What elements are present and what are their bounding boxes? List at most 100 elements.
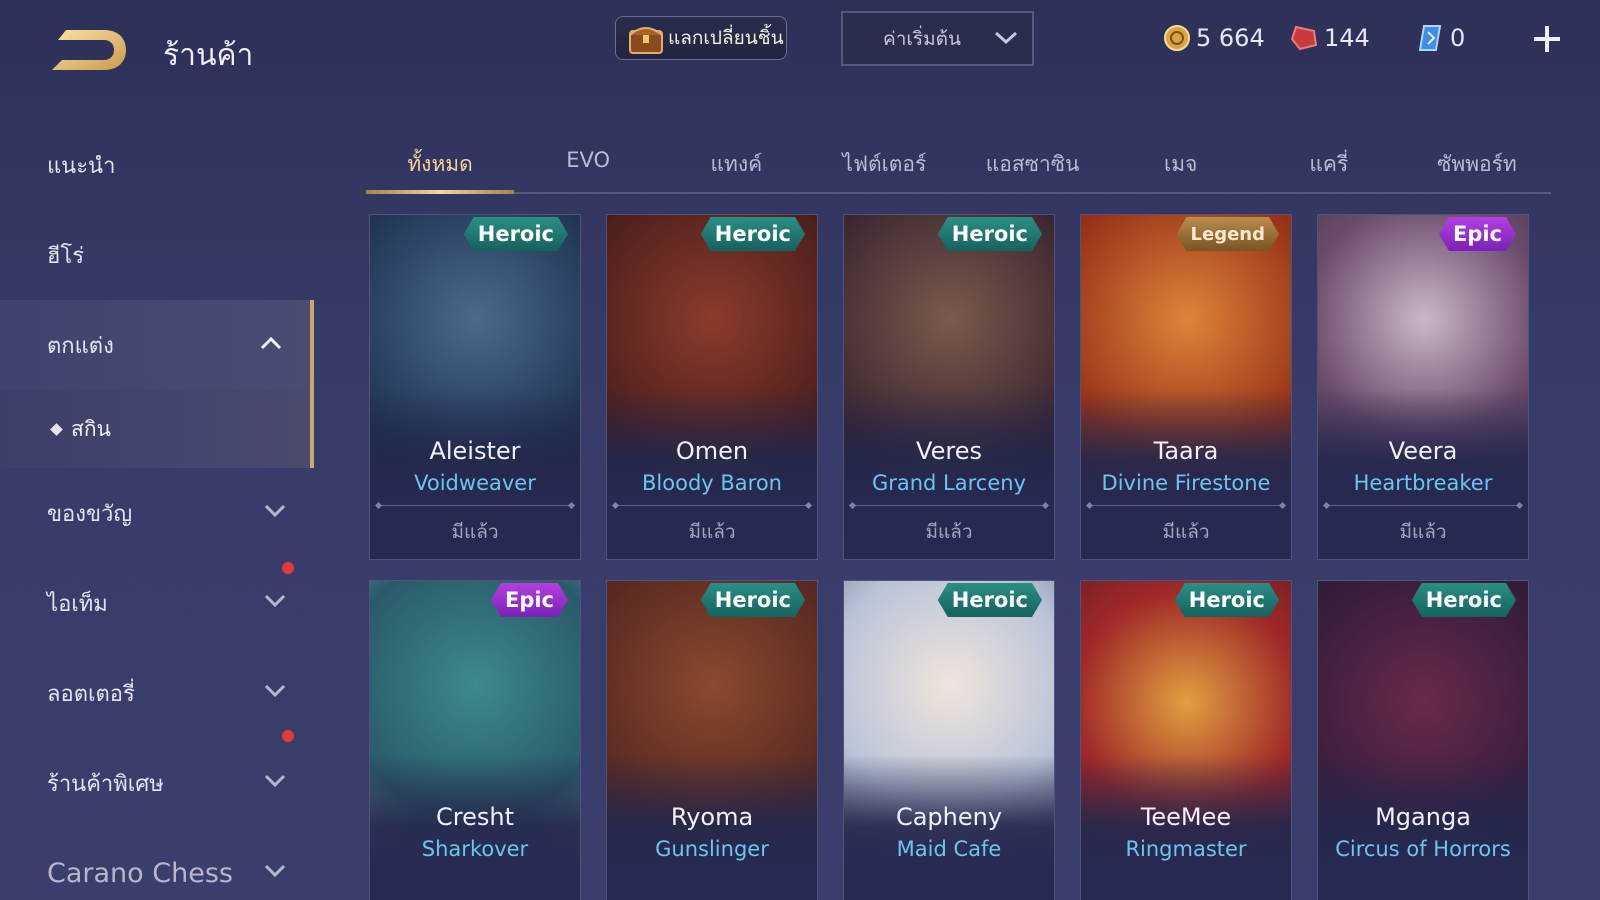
gold-coin-icon (1164, 25, 1190, 51)
sort-selected-value: ค่าเริ่มต้น (883, 27, 961, 50)
skin-card[interactable]: Epic Veera Heartbreaker มีแล้ว (1317, 214, 1529, 560)
skin-name: Bloody Baron (642, 471, 782, 495)
voucher-amount: 144 (1324, 24, 1370, 52)
hero-name: Capheny (895, 803, 1003, 831)
chevron-down-icon (264, 774, 286, 788)
tier-badge: Epic (491, 583, 568, 617)
tab-mage[interactable]: เมจ (1107, 142, 1255, 192)
skin-card[interactable]: Heroic Capheny Maid Cafe (843, 580, 1055, 900)
chevron-down-icon (264, 504, 286, 518)
skin-card[interactable]: Heroic Veres Grand Larceny มีแล้ว (843, 214, 1055, 560)
skin-card[interactable]: Heroic Mganga Circus of Horrors (1317, 580, 1529, 900)
hero-name: Mganga (1375, 803, 1471, 831)
skin-card[interactable]: Heroic TeeMee Ringmaster (1080, 580, 1292, 900)
sidebar-item-decoration[interactable]: ตกแต่ง (0, 300, 314, 390)
tier-badge: Heroic (1412, 583, 1516, 617)
ticket-currency: 0 (1418, 24, 1465, 52)
skin-name: Voidweaver (414, 471, 536, 495)
skin-card[interactable]: Heroic Omen Bloody Baron มีแล้ว (606, 214, 818, 560)
tab-carry[interactable]: แครี่ (1255, 142, 1403, 192)
sidebar-item-special-shop[interactable]: ร้านค้าพิเศษ (0, 730, 314, 828)
tab-support[interactable]: ซัพพอร์ท (1403, 142, 1551, 192)
back-arrow-icon[interactable] (48, 26, 130, 74)
chevron-down-icon (264, 684, 286, 698)
hero-name: Veres (916, 437, 982, 465)
tier-badge: Epic (1439, 217, 1516, 251)
skin-card[interactable]: Heroic Ryoma Gunslinger (606, 580, 818, 900)
hero-name: Veera (1388, 437, 1458, 465)
chevron-down-icon (264, 864, 286, 878)
gold-currency: 5 664 (1164, 24, 1265, 52)
sidebar-item-label: ตกแต่ง (47, 333, 114, 359)
sidebar-item-recommended[interactable]: แนะนำ (0, 120, 314, 210)
skin-card[interactable]: Legend Taara Divine Firestone มีแล้ว (1080, 214, 1292, 560)
tier-badge: Heroic (701, 583, 805, 617)
tab-tank[interactable]: แทงค์ (662, 142, 810, 192)
owned-status: มีแล้ว (1399, 521, 1447, 543)
sidebar-item-label: ไอเท็ม (47, 591, 108, 617)
page-title: ร้านค้า (163, 38, 254, 73)
card-divider (615, 505, 809, 506)
sidebar-item-items[interactable]: ไอเท็ม (0, 558, 314, 648)
tab-evo[interactable]: EVO (514, 142, 662, 192)
owned-status: มีแล้ว (451, 521, 499, 543)
hero-name: Ryoma (670, 803, 754, 831)
sidebar-item-label: ร้านค้าพิเศษ (47, 771, 164, 797)
sort-dropdown[interactable]: ค่าเริ่มต้น (841, 11, 1034, 66)
owned-status: มีแล้ว (1162, 521, 1210, 543)
bullet-diamond-icon (50, 422, 63, 436)
chevron-up-icon (260, 336, 282, 350)
sidebar-item-label: ฮีโร่ (47, 243, 85, 269)
hero-name: Aleister (429, 437, 521, 465)
tab-all[interactable]: ทั้งหมด (366, 142, 515, 194)
card-divider (1089, 505, 1283, 506)
skin-card[interactable]: Epic Cresht Sharkover (369, 580, 581, 900)
tier-badge: Heroic (938, 217, 1042, 251)
card-divider (1326, 505, 1520, 506)
hero-name: Omen (675, 437, 749, 465)
sidebar-item-label: สกิน (71, 416, 111, 441)
sidebar-subitem-skins[interactable]: สกิน (0, 390, 314, 468)
sidebar-item-label: ลอตเตอรี่ (47, 681, 135, 707)
notification-dot (282, 562, 294, 574)
sidebar-item-label: ของขวัญ (47, 501, 133, 527)
owned-status: มีแล้ว (925, 521, 973, 543)
sidebar-item-gifts[interactable]: ของขวัญ (0, 468, 314, 558)
skin-name: Heartbreaker (1353, 471, 1493, 495)
skin-name: Maid Cafe (896, 837, 1002, 861)
hero-name: TeeMee (1140, 803, 1232, 831)
sidebar-item-carano-chess[interactable]: Carano Chess (0, 828, 314, 900)
card-divider (852, 505, 1046, 506)
exchange-label: แลกเปลี่ยนชิ้น (668, 27, 784, 49)
exchange-button[interactable]: แลกเปลี่ยนชิ้น (615, 16, 787, 60)
sidebar-item-heroes[interactable]: ฮีโร่ (0, 210, 314, 300)
notification-dot (282, 730, 294, 742)
skin-name: Ringmaster (1125, 837, 1247, 861)
voucher-currency: 144 (1290, 24, 1370, 52)
tier-badge: Heroic (1175, 583, 1279, 617)
treasure-chest-icon (629, 27, 663, 54)
sidebar-item-lottery[interactable]: ลอตเตอรี่ (0, 648, 314, 738)
plus-icon (1534, 26, 1560, 52)
skin-name: Grand Larceny (871, 471, 1027, 495)
skin-name: Sharkover (421, 837, 529, 861)
ticket-amount: 0 (1450, 24, 1466, 52)
hero-name: Cresht (436, 803, 514, 831)
tier-badge: Heroic (701, 217, 805, 251)
blue-ticket-icon (1418, 25, 1442, 51)
tab-fighter[interactable]: ไฟต์เตอร์ (810, 142, 958, 192)
tab-assassin[interactable]: แอสซาซิน (959, 142, 1107, 192)
tier-badge: Legend (1177, 217, 1279, 251)
gold-amount: 5 664 (1196, 24, 1265, 52)
skin-name: Divine Firestone (1101, 471, 1271, 495)
red-voucher-icon (1290, 25, 1318, 51)
card-divider (378, 505, 572, 506)
skin-name: Circus of Horrors (1335, 837, 1511, 861)
top-bar: ร้านค้า แลกเปลี่ยนชิ้น ค่าเริ่มต้น 5 664… (0, 0, 1600, 96)
chevron-down-icon (994, 31, 1018, 45)
chevron-down-icon (264, 594, 286, 608)
skin-card[interactable]: Heroic Aleister Voidweaver มีแล้ว (369, 214, 581, 560)
sidebar-item-label: แนะนำ (47, 153, 116, 179)
add-currency-button[interactable] (1530, 22, 1564, 56)
category-tabs: ทั้งหมด EVO แทงค์ ไฟต์เตอร์ แอสซาซิน เมจ… (366, 142, 1551, 194)
